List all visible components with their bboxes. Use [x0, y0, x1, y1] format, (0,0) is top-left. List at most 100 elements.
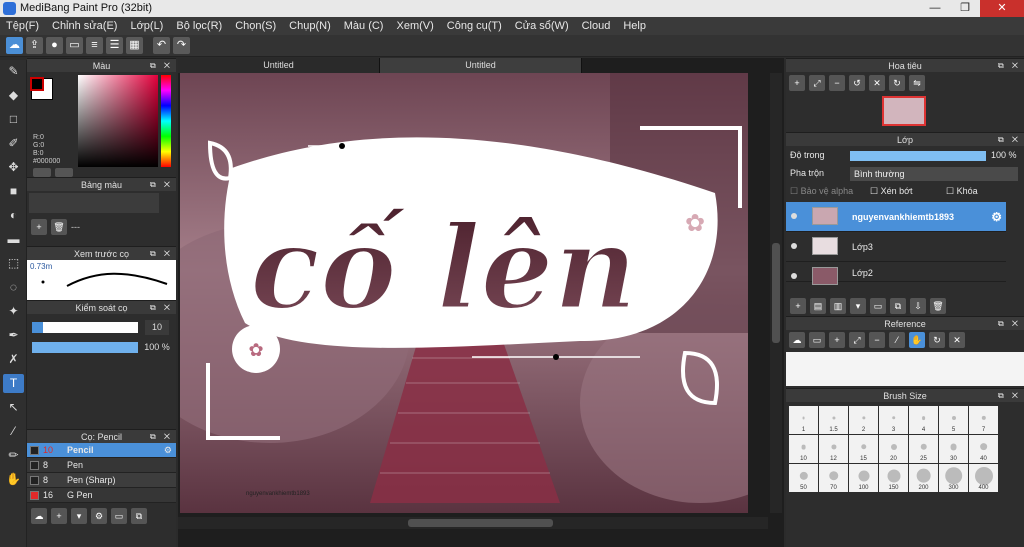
menu-tools[interactable]: Công cụ(T): [447, 20, 502, 32]
grid-icon[interactable]: ▦: [126, 37, 143, 54]
reference-fit-icon[interactable]: ⤢: [849, 332, 865, 348]
saturation-value-picker[interactable]: [78, 75, 158, 167]
brush-size-cell[interactable]: 400: [969, 464, 998, 492]
menu-layer[interactable]: Lớp(L): [130, 20, 163, 32]
menu-help[interactable]: Help: [623, 20, 646, 32]
transform-anchor-bottom[interactable]: [553, 354, 559, 360]
panel-controls-icon[interactable]: ⧉ ✕: [998, 59, 1021, 73]
menu-filter[interactable]: Bộ lọc(R): [176, 20, 222, 32]
brush-size-cell[interactable]: 300: [939, 464, 968, 492]
panel-controls-icon[interactable]: ⧉ ✕: [998, 133, 1021, 147]
lasso-tool-icon[interactable]: ◌: [3, 278, 24, 297]
brush-size-cell[interactable]: 100: [849, 464, 878, 492]
panel-controls-icon[interactable]: ⧉ ✕: [150, 430, 173, 444]
brush-size-value[interactable]: 10: [145, 320, 169, 335]
brush-size-cell[interactable]: 12: [819, 435, 848, 463]
document-icon[interactable]: ≡: [86, 37, 103, 54]
gear-icon[interactable]: ⚙: [164, 443, 172, 458]
navigator-thumbnail[interactable]: [882, 96, 926, 126]
operation-tool-icon[interactable]: ↖: [3, 398, 24, 417]
gradient-tool-icon[interactable]: ▬: [3, 230, 24, 249]
redo-icon[interactable]: ↷: [173, 37, 190, 54]
reference-canvas[interactable]: [786, 352, 1024, 386]
brush-copy-icon[interactable]: ⧉: [131, 508, 147, 524]
menu-cloud[interactable]: Cloud: [582, 20, 611, 32]
move-tool-icon[interactable]: ✥: [3, 158, 24, 177]
pen-tool-icon[interactable]: ✏: [3, 446, 24, 465]
panel-controls-icon[interactable]: ⧉ ✕: [998, 317, 1021, 331]
brush-size-cell[interactable]: 3: [879, 406, 908, 434]
message-icon[interactable]: ▭: [66, 37, 83, 54]
brush-size-cell[interactable]: 15: [849, 435, 878, 463]
reference-close-icon[interactable]: ✕: [949, 332, 965, 348]
eyedropper-tool-icon[interactable]: ⁄: [3, 422, 24, 441]
clipping-checkbox[interactable]: ☐ Xén bớt: [870, 184, 913, 199]
brush-item[interactable]: 16 G Pen: [27, 488, 176, 503]
brush-menu-icon[interactable]: ▾: [71, 508, 87, 524]
foreground-swatch[interactable]: [30, 77, 44, 91]
brush-size-cell[interactable]: 150: [879, 464, 908, 492]
menu-window[interactable]: Cửa sổ(W): [515, 20, 569, 32]
lock-checkbox[interactable]: ☐ Khóa: [946, 184, 978, 199]
bucket-tool-icon[interactable]: ◐: [3, 206, 24, 225]
palette-color-icon[interactable]: [55, 168, 73, 177]
cloud-icon[interactable]: ☁: [6, 37, 23, 54]
new-palette-icon[interactable]: +: [31, 219, 47, 235]
brush-size-cell[interactable]: 70: [819, 464, 848, 492]
transform-anchor-top[interactable]: [339, 143, 345, 149]
new-8bit-layer-icon[interactable]: ▥: [830, 298, 846, 314]
add-layer-menu-icon[interactable]: ▾: [850, 298, 866, 314]
brush-size-cell[interactable]: 200: [909, 464, 938, 492]
protect-alpha-checkbox[interactable]: ☐ Bảo vệ alpha: [790, 184, 853, 199]
list-icon[interactable]: ☰: [106, 37, 123, 54]
reference-open-icon[interactable]: ▭: [809, 332, 825, 348]
reference-picker-icon[interactable]: ⁄: [889, 332, 905, 348]
hand-tool-icon[interactable]: ✋: [3, 470, 24, 489]
dot-tool-icon[interactable]: ✐: [3, 134, 24, 153]
brush-settings-icon[interactable]: ⚙: [91, 508, 107, 524]
delete-palette-icon[interactable]: 🗑: [51, 219, 67, 235]
brush-size-cell[interactable]: 20: [879, 435, 908, 463]
new-halftone-layer-icon[interactable]: ▤: [810, 298, 826, 314]
menu-edit[interactable]: Chỉnh sửa(E): [52, 20, 117, 32]
cloud-brush-icon[interactable]: ☁: [31, 508, 47, 524]
select-tool-icon[interactable]: ⬚: [3, 254, 24, 273]
fg-bg-swatch[interactable]: [30, 77, 53, 100]
merge-layer-icon[interactable]: ⇩: [910, 298, 926, 314]
rotate-left-icon[interactable]: ↺: [849, 75, 865, 91]
horizontal-scrollbar[interactable]: [178, 517, 768, 529]
delete-layer-icon[interactable]: 🗑: [930, 298, 946, 314]
select-pen-tool-icon[interactable]: ✒: [3, 326, 24, 345]
panel-controls-icon[interactable]: ⧉ ✕: [150, 247, 173, 261]
panel-controls-icon[interactable]: ⧉ ✕: [150, 59, 173, 73]
menu-view[interactable]: Xem(V): [396, 20, 433, 32]
rotate-right-icon[interactable]: ↻: [889, 75, 905, 91]
brush-item[interactable]: 8 Pen: [27, 458, 176, 473]
brush-size-cell[interactable]: 1: [789, 406, 818, 434]
layer-item[interactable]: Lớp3: [786, 232, 1006, 262]
panel-controls-icon[interactable]: ⧉ ✕: [150, 301, 173, 315]
brush-size-cell[interactable]: 25: [909, 435, 938, 463]
maximize-button[interactable]: ❐: [950, 0, 980, 17]
text-tool-icon[interactable]: T: [3, 374, 24, 393]
artwork-canvas[interactable]: cố lên ✿ ✿ nguyenvankhiemtb1893: [180, 73, 748, 513]
fill-rect-tool-icon[interactable]: ■: [3, 182, 24, 201]
palette-list[interactable]: [29, 193, 159, 213]
brush-tool-icon[interactable]: ✎: [3, 62, 24, 81]
panel-controls-icon[interactable]: ⧉ ✕: [150, 178, 173, 192]
add-color-icon[interactable]: [33, 168, 51, 177]
panel-controls-icon[interactable]: ⧉ ✕: [998, 389, 1021, 403]
fit-icon[interactable]: ⤢: [809, 75, 825, 91]
tab-untitled-2[interactable]: Untitled: [380, 58, 582, 73]
magic-wand-tool-icon[interactable]: ✦: [3, 302, 24, 321]
layer-opacity-slider[interactable]: [850, 151, 986, 161]
visibility-icon[interactable]: [791, 273, 797, 279]
reference-zoom-out-icon[interactable]: −: [869, 332, 885, 348]
vertical-scrollbar[interactable]: [770, 73, 782, 513]
brush-size-cell[interactable]: 50: [789, 464, 818, 492]
zoom-in-icon[interactable]: +: [789, 75, 805, 91]
brush-size-cell[interactable]: 2: [849, 406, 878, 434]
comment-icon[interactable]: ●: [46, 37, 63, 54]
folder-icon[interactable]: ▭: [870, 298, 886, 314]
vertical-scroll-thumb[interactable]: [772, 243, 780, 343]
